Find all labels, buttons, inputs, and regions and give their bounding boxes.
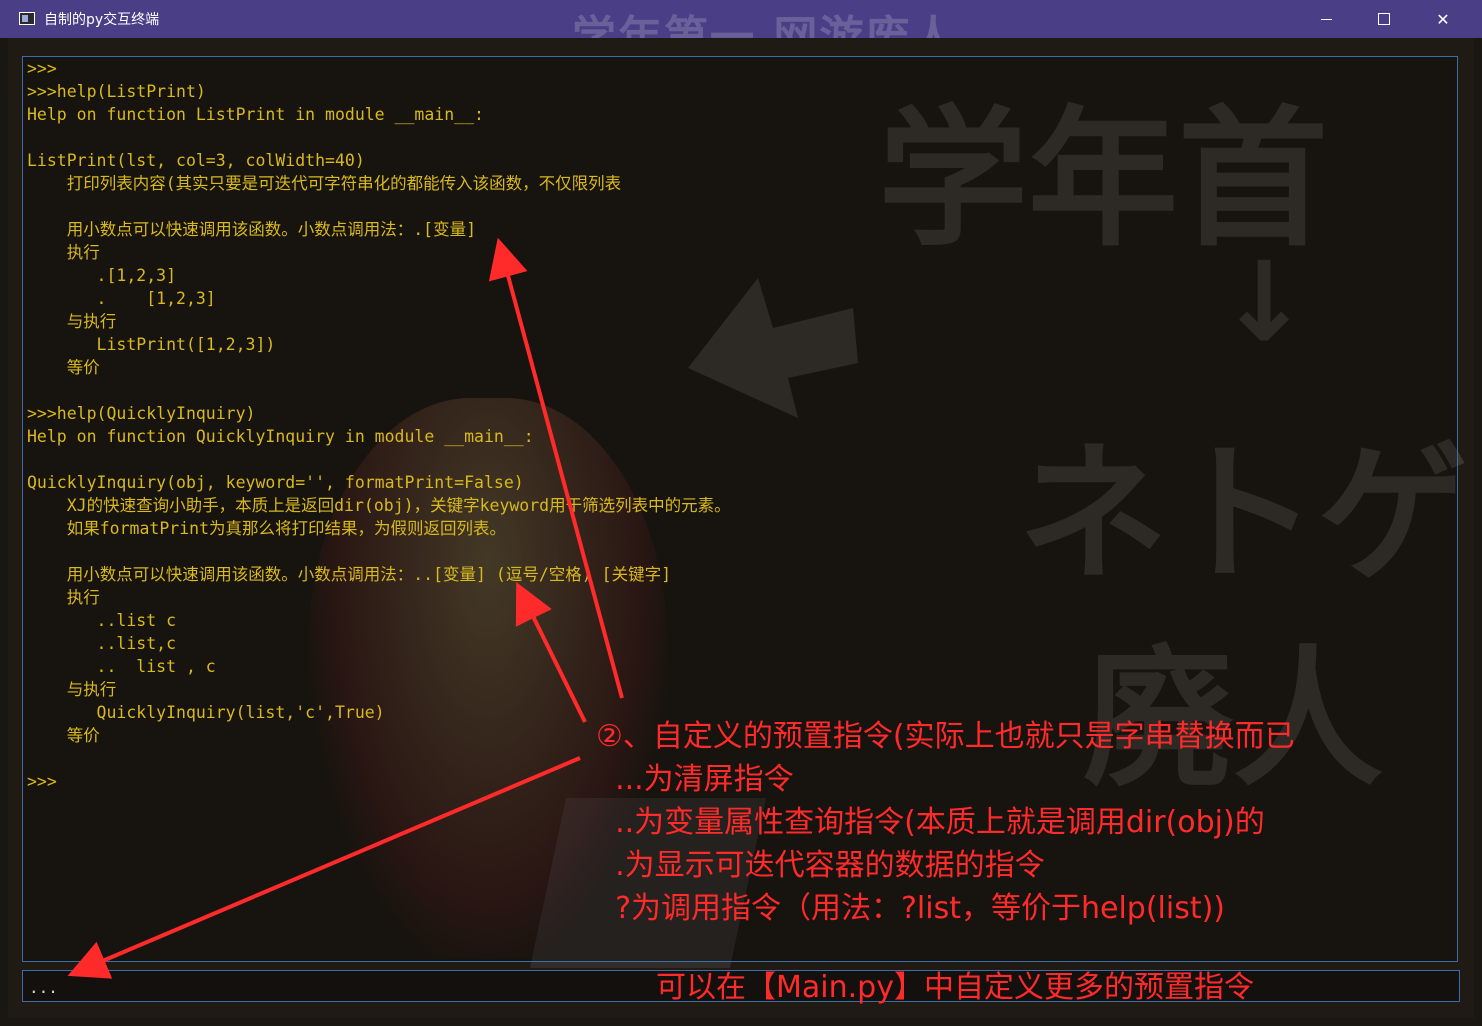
output-line: >>> (27, 59, 57, 78)
output-line: >>>help(QuicklyInquiry) (27, 404, 256, 423)
annotation-line: .为显示可迭代容器的数据的指令 (596, 848, 1045, 883)
output-line: . [1,2,3] (27, 289, 216, 308)
annotation-line: ②、自定义的预置指令(实际上也就只是字串替换而已 (596, 719, 1295, 754)
output-line: Help on function QuicklyInquiry in modul… (27, 427, 534, 446)
app-icon[interactable] (19, 12, 35, 25)
close-icon: ✕ (1436, 9, 1450, 29)
command-input[interactable] (27, 975, 531, 999)
annotation-line: ?为调用指令（用法：?list，等价于help(list)) (596, 891, 1226, 926)
output-line: .. list , c (27, 657, 216, 676)
annotation-text-block: ②、自定义的预置指令(实际上也就只是字串替换而已 ...为清屏指令 ..为变量属… (596, 715, 1295, 930)
output-line: 打印列表内容(其实只要是可迭代可字符串化的都能传入该函数，不仅限列表 (27, 174, 622, 193)
output-text: >>> >>>help(ListPrint) Help on function Li… (27, 57, 731, 793)
output-line: ..list c (27, 611, 177, 630)
output-line: 等价 (27, 358, 100, 377)
output-line: >>>help(ListPrint) (27, 82, 206, 101)
output-line: 与执行 (27, 312, 117, 331)
maximize-icon (1378, 13, 1390, 25)
output-line: Help on function ListPrint in module __m… (27, 105, 484, 124)
annotation-line: ...为清屏指令 (596, 762, 794, 797)
output-line: ListPrint([1,2,3]) (27, 335, 276, 354)
annotation-line: ..为变量属性查询指令(本质上就是调用dir(obj)的 (596, 805, 1265, 840)
window-title: 自制的py交互终端 (44, 12, 160, 28)
output-line: .[1,2,3] (27, 266, 177, 285)
output-line: 用小数点可以快速调用该函数。小数点调用法：.[变量] (27, 220, 477, 239)
minimize-button[interactable] (1297, 0, 1355, 38)
maximize-button[interactable] (1355, 0, 1413, 38)
output-line: 与执行 (27, 680, 117, 699)
output-line: 执行 (27, 588, 100, 607)
output-line: QuicklyInquiry(obj, keyword='', formatPr… (27, 473, 524, 492)
minimize-icon (1320, 18, 1332, 20)
output-line: XJ的快速查询小助手，本质上是返回dir(obj)，关键字keyword用于筛选… (27, 496, 731, 515)
output-line: ..list,c (27, 634, 177, 653)
output-line: ListPrint(lst, col=3, colWidth=40) (27, 151, 365, 170)
close-button[interactable]: ✕ (1414, 0, 1472, 38)
output-line: 如果formatPrint为真那么将打印结果，为假则返回列表。 (27, 519, 507, 538)
output-line: 执行 (27, 243, 100, 262)
title-bar: 自制的py交互终端 学年第一 网游废人 ✕ (0, 0, 1482, 63)
output-line: 用小数点可以快速调用该函数。小数点调用法：..[变量] (逗号/空格) [关键字… (27, 565, 672, 584)
annotation-footer: 可以在【Main.py】中自定义更多的预置指令 (656, 970, 1254, 1005)
